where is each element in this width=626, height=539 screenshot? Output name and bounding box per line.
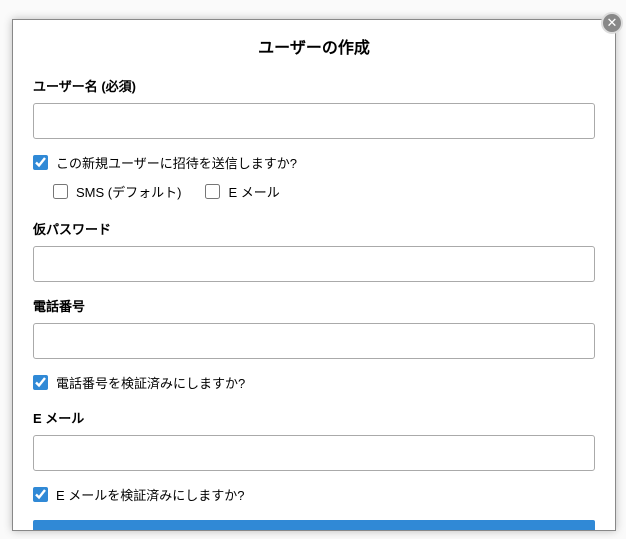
email-label: E メール bbox=[33, 408, 595, 427]
modal-overlay: ✕ ユーザーの作成 ユーザー名 (必須) この新規ユーザーに招待を送信しますか?… bbox=[0, 0, 626, 539]
username-label: ユーザー名 (必須) bbox=[33, 76, 595, 95]
create-user-modal: ✕ ユーザーの作成 ユーザー名 (必須) この新規ユーザーに招待を送信しますか?… bbox=[12, 19, 616, 531]
phone-label: 電話番号 bbox=[33, 296, 595, 315]
temp-password-input[interactable] bbox=[33, 246, 595, 282]
sms-option: SMS (デフォルト) bbox=[53, 182, 181, 201]
close-button[interactable]: ✕ bbox=[601, 12, 623, 34]
email-verified-label[interactable]: E メールを検証済みにしますか? bbox=[56, 485, 245, 504]
email-option-label[interactable]: E メール bbox=[228, 182, 279, 201]
temp-password-label: 仮パスワード bbox=[33, 219, 595, 238]
send-invite-label[interactable]: この新規ユーザーに招待を送信しますか? bbox=[56, 153, 297, 172]
phone-input[interactable] bbox=[33, 323, 595, 359]
sms-checkbox[interactable] bbox=[53, 184, 68, 199]
close-icon: ✕ bbox=[607, 15, 618, 31]
email-verified-checkbox[interactable] bbox=[33, 487, 48, 502]
phone-verified-row: 電話番号を検証済みにしますか? bbox=[33, 373, 595, 392]
email-option-checkbox[interactable] bbox=[205, 184, 220, 199]
email-input[interactable] bbox=[33, 435, 595, 471]
email-verified-row: E メールを検証済みにしますか? bbox=[33, 485, 595, 504]
email-option: E メール bbox=[205, 182, 279, 201]
modal-body: ユーザー名 (必須) この新規ユーザーに招待を送信しますか? SMS (デフォル… bbox=[13, 76, 615, 530]
send-invite-checkbox[interactable] bbox=[33, 155, 48, 170]
phone-verified-checkbox[interactable] bbox=[33, 375, 48, 390]
username-input[interactable] bbox=[33, 103, 595, 139]
create-user-button[interactable]: ユーザーの作成 bbox=[33, 520, 595, 530]
sms-label[interactable]: SMS (デフォルト) bbox=[76, 182, 181, 201]
send-invite-row: この新規ユーザーに招待を送信しますか? bbox=[33, 153, 595, 172]
modal-title: ユーザーの作成 bbox=[13, 20, 615, 76]
phone-verified-label[interactable]: 電話番号を検証済みにしますか? bbox=[56, 373, 245, 392]
invite-method-row: SMS (デフォルト) E メール bbox=[33, 182, 595, 201]
